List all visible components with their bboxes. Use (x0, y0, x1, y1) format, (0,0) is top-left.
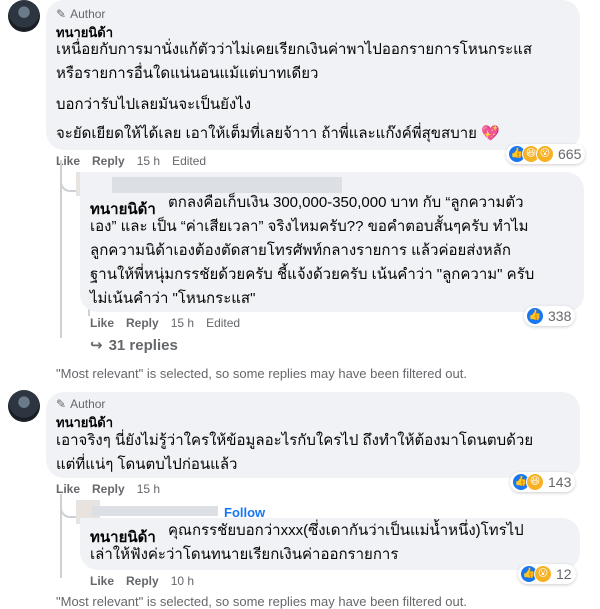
comment-text-line: แต่ที่แน่ๆ โดนตบไปก่อนแล้ว (56, 456, 238, 473)
reply-button[interactable]: Reply (92, 154, 125, 168)
reaction-summary[interactable]: 👍 😆 143 (510, 472, 576, 492)
view-replies-link[interactable]: ↪ 31 replies (90, 336, 178, 355)
blurred-name (92, 506, 218, 516)
pencil-icon: ✎ (56, 7, 67, 21)
author-badge-label: Author (70, 397, 106, 411)
comment-actions: Like Reply 15 h Edited (56, 154, 206, 168)
author-badge: ✎ Author (56, 397, 105, 411)
reply-text-line: เอง” และ เป็น “ค่าเสียเวลา” จริงไหมครับ?… (90, 218, 529, 235)
replies-count-label: 31 replies (108, 336, 178, 354)
reply-text-line: ฐานให้พี่หนุ่มกรรชัยด้วยครับ ชี้แจ้งด้วย… (90, 266, 535, 283)
reply-button[interactable]: Reply (126, 574, 159, 588)
reaction-summary[interactable]: 👍 😆 😮 665 (506, 144, 586, 164)
like-reaction-icon: 👍 (526, 307, 544, 325)
comment-text-line: หรือรายการอื่นใดแน่นอนแม้แต่บาทเดียว (56, 65, 319, 82)
comment-text-line: บอกว่ารับไปเลยมันจะเป็นยังไง (56, 96, 252, 113)
reply-button[interactable]: Reply (126, 316, 159, 330)
haha-reaction-icon: 😆 (526, 473, 544, 491)
reaction-count: 338 (548, 308, 572, 324)
reply-actions: Like Reply 10 h (90, 574, 194, 588)
edited-label: Edited (206, 316, 241, 330)
comment-text-line: เอาจริงๆ นี่ยังไม่รู้ว่าใครให้ข้อมูลอะไร… (56, 432, 534, 449)
wow-reaction-icon: 😮 (534, 565, 552, 583)
avatar[interactable] (8, 390, 40, 422)
thread-line (60, 168, 62, 338)
author-badge: ✎ Author (56, 7, 105, 21)
reaction-summary[interactable]: 👍 338 (524, 306, 576, 326)
author-badge-label: Author (70, 7, 106, 21)
timestamp[interactable]: 15 h (171, 316, 194, 330)
wow-reaction-icon: 😮 (536, 145, 554, 163)
reply-text-line: ตกลงคือเก็บเงิน 300,000-350,000 บาท กับ … (168, 194, 524, 211)
thread-connector (60, 494, 76, 518)
filter-note: "Most relevant" is selected, so some rep… (56, 366, 467, 381)
avatar[interactable] (8, 0, 40, 32)
like-button[interactable]: Like (90, 574, 114, 588)
filter-note: "Most relevant" is selected, so some rep… (56, 594, 467, 609)
reply-text-line: ไม่เน้นคำว่า "โหนกระแส" (90, 290, 256, 307)
reaction-summary[interactable]: 👍 😮 12 (518, 564, 576, 584)
reaction-count: 143 (548, 474, 572, 490)
reply-actions: Like Reply 15 h Edited (90, 316, 240, 330)
reply-arrow-icon: ↪ (90, 337, 103, 354)
thread-connector (60, 160, 76, 192)
comment-text-line: จะยัดเยียดให้ได้เลย เอาให้เต็มที่เลยจ้าา… (56, 125, 500, 142)
reply-text-line: ลูกความนิด้าเองต้องตัดสายโทรศัพท์กลางราย… (90, 242, 511, 259)
reaction-count: 665 (558, 146, 582, 162)
reply-text-line: เล่าให้ฟังค่ะว่าโดนทนายเรียกเงินค่าออกรา… (90, 546, 399, 563)
reaction-count: 12 (556, 566, 572, 582)
pencil-icon: ✎ (56, 397, 67, 411)
comment-text-line: เหนื่อยกับการมานั่งแก้ตัวว่าไม่เคยเรียกเ… (56, 41, 533, 58)
edited-label: Edited (172, 154, 207, 168)
timestamp[interactable]: 10 h (171, 574, 194, 588)
like-button[interactable]: Like (90, 316, 114, 330)
reply-text-line: คุณกรรชัยบอกว่าxxx(ซึ่งเดากันว่าเป็นแม่น… (168, 522, 524, 539)
timestamp[interactable]: 15 h (137, 154, 160, 168)
reply-button[interactable]: Reply (92, 482, 125, 496)
timestamp[interactable]: 15 h (137, 482, 160, 496)
